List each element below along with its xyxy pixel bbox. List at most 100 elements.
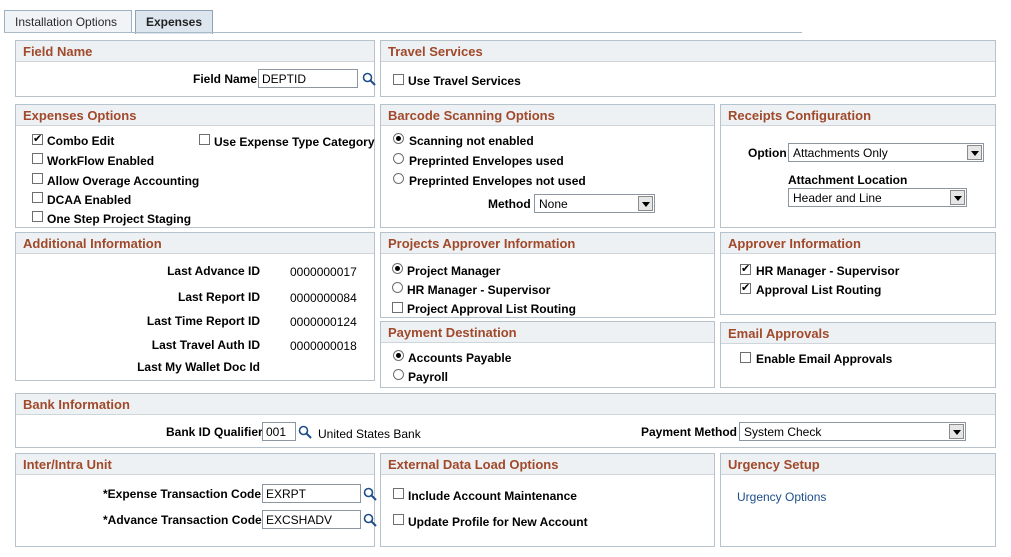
method-label: Method xyxy=(488,197,531,211)
payroll-label: Payroll xyxy=(408,370,449,384)
accounts-payable-label: Accounts Payable xyxy=(408,351,512,365)
accounts-payable-radio[interactable] xyxy=(393,350,404,361)
receipts-configuration-header: Receipts Configuration xyxy=(721,105,995,126)
project-approval-routing-label: Project Approval List Routing xyxy=(407,302,576,316)
email-approvals-panel: Email Approvals Enable Email Approvals xyxy=(720,322,996,388)
advance-transaction-code-input[interactable]: EXCSHADV xyxy=(262,510,361,529)
chevron-down-icon xyxy=(950,190,965,205)
project-manager-label: Project Manager xyxy=(407,264,501,278)
workflow-enabled-label: WorkFlow Enabled xyxy=(47,154,155,168)
attachment-location-select[interactable]: Header and Line xyxy=(788,188,967,207)
field-name-panel: Field Name Field Name DEPTID xyxy=(15,40,376,97)
tab-installation-options[interactable]: Installation Options xyxy=(4,10,132,33)
chevron-down-icon xyxy=(638,196,653,211)
use-expense-type-label: Use Expense Type Category xyxy=(214,135,375,149)
bank-id-qualifier-input[interactable]: 001 xyxy=(262,422,296,441)
lookup-icon[interactable] xyxy=(298,425,312,439)
allow-overage-checkbox[interactable] xyxy=(32,173,43,184)
expense-transaction-code-input[interactable]: EXRPT xyxy=(262,484,361,503)
chevron-down-icon xyxy=(949,424,964,439)
update-profile-label: Update Profile for New Account xyxy=(408,515,588,529)
bank-information-panel: Bank Information Bank ID Qualifier 001 U… xyxy=(15,393,996,448)
scanning-not-enabled-radio[interactable] xyxy=(393,133,404,144)
urgency-options-link[interactable]: Urgency Options xyxy=(737,490,826,504)
projects-approver-header: Projects Approver Information xyxy=(381,233,714,254)
last-advance-id-label: Last Advance ID xyxy=(167,264,260,278)
last-time-report-id-label: Last Time Report ID xyxy=(146,314,260,328)
option-label: Option xyxy=(748,146,787,160)
one-step-staging-label: One Step Project Staging xyxy=(47,212,192,226)
last-advance-id-value: 0000000017 xyxy=(290,265,357,279)
field-name-header: Field Name xyxy=(16,41,374,62)
additional-information-panel: Additional Information Last Advance ID 0… xyxy=(15,232,375,381)
lookup-icon[interactable] xyxy=(363,513,377,527)
dcaa-enabled-label: DCAA Enabled xyxy=(47,193,132,207)
expense-transaction-code-label: *Expense Transaction Code xyxy=(103,487,262,501)
urgency-setup-header: Urgency Setup xyxy=(721,454,995,475)
travel-services-panel: Travel Services Use Travel Services xyxy=(380,40,996,97)
option-value: Attachments Only xyxy=(793,146,888,160)
enable-email-approvals-label: Enable Email Approvals xyxy=(756,352,893,366)
projects-approver-panel: Projects Approver Information Project Ma… xyxy=(380,232,715,318)
payment-destination-header: Payment Destination xyxy=(381,322,714,343)
hr-manager-label: HR Manager - Supervisor xyxy=(407,283,551,297)
additional-information-header: Additional Information xyxy=(16,233,374,254)
use-expense-type-checkbox[interactable] xyxy=(199,134,210,145)
project-approval-routing-checkbox[interactable] xyxy=(392,302,403,313)
approval-list-routing-label: Approval List Routing xyxy=(756,283,882,297)
barcode-options-panel: Barcode Scanning Options Scanning not en… xyxy=(380,104,715,228)
project-manager-radio[interactable] xyxy=(392,263,403,274)
tab-underline xyxy=(4,32,802,33)
include-account-maintenance-label: Include Account Maintenance xyxy=(408,489,577,503)
hr-manager-supervisor-checkbox[interactable] xyxy=(740,262,751,275)
inter-intra-unit-header: Inter/Intra Unit xyxy=(16,454,374,475)
last-travel-auth-id-label: Last Travel Auth ID xyxy=(151,338,260,352)
payment-method-select[interactable]: System Check xyxy=(739,422,966,441)
tab-expenses[interactable]: Expenses xyxy=(135,10,213,34)
travel-services-header: Travel Services xyxy=(381,41,995,62)
use-travel-services-checkbox[interactable] xyxy=(393,74,404,85)
receipts-configuration-panel: Receipts Configuration Option Attachment… xyxy=(720,104,996,228)
email-approvals-header: Email Approvals xyxy=(721,323,995,344)
lookup-icon[interactable] xyxy=(363,487,377,501)
allow-overage-label: Allow Overage Accounting xyxy=(47,174,200,188)
method-select[interactable]: None xyxy=(534,194,655,213)
dcaa-enabled-checkbox[interactable] xyxy=(32,192,43,203)
method-value: None xyxy=(539,197,568,211)
barcode-options-header: Barcode Scanning Options xyxy=(381,105,714,126)
payment-method-label: Payment Method xyxy=(641,425,738,439)
external-data-load-panel: External Data Load Options Include Accou… xyxy=(380,453,715,547)
last-report-id-value: 0000000084 xyxy=(290,291,357,305)
approval-list-routing-checkbox[interactable] xyxy=(740,281,751,294)
hr-manager-radio[interactable] xyxy=(392,282,403,293)
preprinted-used-radio[interactable] xyxy=(393,153,404,164)
preprinted-used-label: Preprinted Envelopes used xyxy=(409,154,564,168)
expenses-options-panel: Expenses Options Combo Edit Use Expense … xyxy=(15,104,375,228)
workflow-enabled-checkbox[interactable] xyxy=(32,153,43,164)
lookup-icon[interactable] xyxy=(362,72,376,86)
hr-manager-supervisor-label: HR Manager - Supervisor xyxy=(756,264,900,278)
option-select[interactable]: Attachments Only xyxy=(788,143,984,162)
one-step-staging-checkbox[interactable] xyxy=(32,211,43,222)
payroll-radio[interactable] xyxy=(393,369,404,380)
attachment-location-value: Header and Line xyxy=(793,191,882,205)
update-profile-checkbox[interactable] xyxy=(393,514,404,525)
expenses-options-header: Expenses Options xyxy=(16,105,374,126)
include-account-maintenance-checkbox[interactable] xyxy=(393,488,404,499)
attachment-location-label: Attachment Location xyxy=(788,173,908,187)
approver-information-header: Approver Information xyxy=(721,233,995,254)
preprinted-not-used-radio[interactable] xyxy=(393,173,404,184)
preprinted-not-used-label: Preprinted Envelopes not used xyxy=(409,174,586,188)
payment-destination-panel: Payment Destination Accounts Payable Pay… xyxy=(380,321,715,388)
external-data-load-header: External Data Load Options xyxy=(381,454,714,475)
urgency-setup-panel: Urgency Setup Urgency Options xyxy=(720,453,996,547)
combo-edit-checkbox[interactable] xyxy=(32,132,43,145)
approver-information-panel: Approver Information HR Manager - Superv… xyxy=(720,232,996,315)
payment-method-value: System Check xyxy=(744,425,822,439)
bank-information-header: Bank Information xyxy=(16,394,995,415)
enable-email-approvals-checkbox[interactable] xyxy=(740,352,751,363)
combo-edit-label: Combo Edit xyxy=(47,134,115,148)
scanning-not-enabled-label: Scanning not enabled xyxy=(409,134,534,148)
field-name-input[interactable]: DEPTID xyxy=(258,69,358,88)
last-travel-auth-id-value: 0000000018 xyxy=(290,339,357,353)
